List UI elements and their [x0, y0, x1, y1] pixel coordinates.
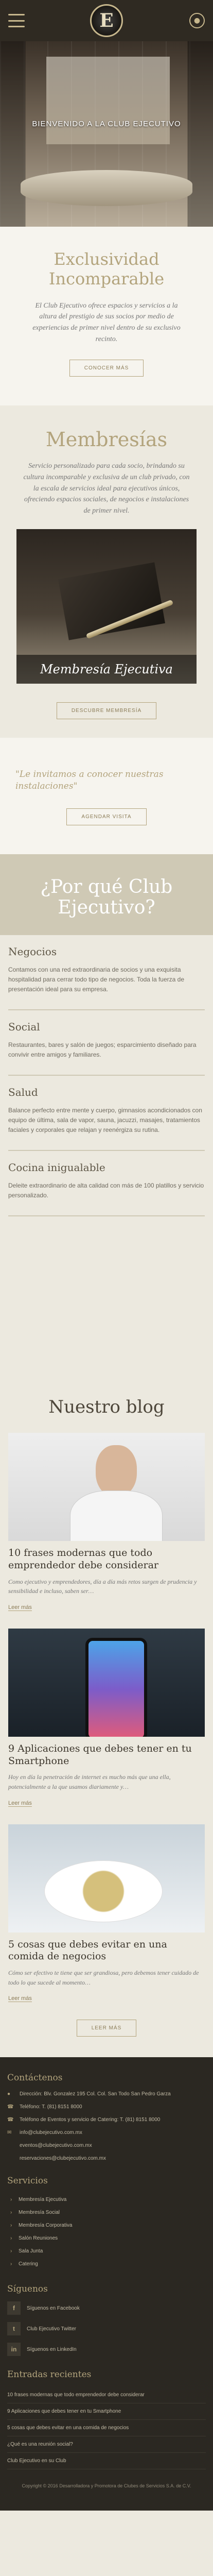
blog-more-button[interactable]: Leer más	[76, 2020, 137, 2037]
twitter-icon: t	[7, 2322, 21, 2336]
blog-post-image[interactable]	[8, 1628, 205, 1737]
hero-banner: Bienvenido a la Club Ejecutivo	[0, 41, 213, 227]
read-more-link[interactable]: Leer más	[8, 1800, 32, 1807]
services-title: Servicios	[7, 2176, 48, 2187]
why-item-social: Social Restaurantes, bares y salón de ju…	[8, 1010, 205, 1076]
blog-post-title[interactable]: 10 frases modernas que todo emprendedor …	[8, 1547, 205, 1572]
membresias-title: Membresías	[45, 428, 168, 451]
why-header: ¿Por qué Club Ejecutivo?	[0, 854, 213, 936]
blog-post-image[interactable]	[8, 1433, 205, 1541]
invite-section: "Le invitamos a conocer nuestras instala…	[0, 737, 213, 855]
social-facebook[interactable]: f Síguenos en Facebook	[7, 2301, 206, 2315]
user-icon[interactable]: ●	[189, 13, 205, 28]
blog-post-excerpt: Hoy en día la penetración de internet es…	[8, 1773, 171, 1791]
social-title: Síguenos	[7, 2284, 48, 2295]
membresias-text: Servicio personalizado para cada socio, …	[23, 462, 190, 515]
service-link[interactable]: Salón Reuniones	[7, 2232, 206, 2245]
recent-entry-link[interactable]: ¿Qué es una reunión social?	[7, 2436, 206, 2453]
why-item-title: Cocina inigualable	[8, 1161, 105, 1174]
blog-section: Nuestro blog 10 frases modernas que todo…	[0, 1386, 213, 2058]
blog-post-excerpt: Cómo ser efectivo te tiene que ser grand…	[8, 1969, 199, 1986]
blog-post-excerpt: Como ejecutivo y emprendedores, día a dí…	[8, 1578, 197, 1595]
site-header: E ●	[0, 0, 213, 41]
contact-email[interactable]: reservaciones@clubejecutivo.com.mx	[7, 2155, 206, 2162]
blog-post-image[interactable]	[8, 1824, 205, 1933]
service-link[interactable]: Membresía Corporativa	[7, 2219, 206, 2232]
why-item-text: Contamos con una red extraordinaria de s…	[8, 966, 185, 993]
conocer-mas-button[interactable]: Conocer más	[69, 359, 144, 377]
blog-post-title[interactable]: 5 cosas que debes evitar en una comida d…	[8, 1939, 205, 1963]
contact-address: ● Dirección: Blv. Gonzalez 195 Col. Col. …	[7, 2091, 171, 2097]
services-list: Membresía Ejecutiva Membresía Social Mem…	[7, 2193, 206, 2270]
hero-caption: Bienvenido a la Club Ejecutivo	[32, 120, 181, 128]
read-more-link[interactable]: Leer más	[8, 1604, 32, 1611]
descubre-membresia-button[interactable]: Descubre Membresía	[56, 702, 157, 719]
hamburger-menu-icon[interactable]	[8, 14, 25, 27]
location-icon: ●	[7, 2091, 11, 2097]
club-logo[interactable]: E	[90, 4, 123, 37]
entries-title: Entradas recientes	[7, 2369, 92, 2380]
membresias-section: Membresías Servicio personalizado para c…	[0, 405, 213, 738]
contact-phone[interactable]: ☎ Teléfono: T. (81) 8151 8000	[7, 2103, 206, 2111]
contact-events-phone[interactable]: ☎ Teléfono de Eventos y servicio de Cater…	[7, 2116, 206, 2124]
service-link[interactable]: Sala Junta	[7, 2245, 206, 2258]
recent-entry-link[interactable]: 9 Aplicaciones que debes tener en tu Sma…	[7, 2403, 206, 2420]
background-band	[0, 1232, 213, 1387]
social-twitter[interactable]: t Club Ejecutivo Twitter	[7, 2322, 206, 2336]
recent-entry-link[interactable]: Club Ejecutivo en su Club	[7, 2453, 206, 2470]
blog-post-title[interactable]: 9 Aplicaciones que debes tener en tu Sma…	[8, 1743, 205, 1768]
why-item-negocios: Negocios Contamos con una red extraordin…	[8, 935, 205, 1011]
why-item-title: Negocios	[8, 945, 57, 958]
contact-title: Contáctenos	[7, 2073, 63, 2083]
service-link[interactable]: Catering	[7, 2258, 206, 2270]
why-title: ¿Por qué Club Ejecutivo?	[40, 876, 173, 918]
phone-icon: ☎	[7, 2104, 14, 2110]
recent-entry-link[interactable]: 5 cosas que debes evitar en una comida d…	[7, 2420, 206, 2437]
blog-post: 9 Aplicaciones que debes tener en tu Sma…	[8, 1628, 205, 1807]
why-item-text: Restaurantes, bares y salón de juegos; e…	[8, 1041, 197, 1058]
copyright: Copyright © 2016 Desarrolladora y Promot…	[22, 2483, 191, 2489]
blog-post: 10 frases modernas que todo emprendedor …	[8, 1433, 205, 1611]
why-list: Negocios Contamos con una red extraordin…	[0, 935, 213, 1232]
membresia-photo-caption: Membresía Ejecutiva	[16, 654, 197, 684]
blog-title: Nuestro blog	[48, 1397, 165, 1418]
site-footer: Contáctenos ● Dirección: Blv. Gonzalez 19…	[0, 2057, 213, 2511]
recent-entry-link[interactable]: 10 frases modernas que todo emprendedor …	[7, 2387, 206, 2404]
invite-lead: "Le invitamos a conocer nuestras instala…	[15, 769, 164, 792]
linkedin-icon: in	[7, 2343, 21, 2357]
contact-email[interactable]: ✉ info@clubejecutivo.com.mx	[7, 2129, 206, 2137]
membresia-photo[interactable]: Membresía Ejecutiva	[16, 529, 197, 684]
intro-text: El Club Ejecutivo ofrece espacios y serv…	[32, 301, 181, 343]
mail-icon: ✉	[7, 2130, 12, 2136]
why-item-cocina: Cocina inigualable Deleite extraordinari…	[8, 1151, 205, 1217]
blog-post: 5 cosas que debes evitar en una comida d…	[8, 1824, 205, 2003]
read-more-link[interactable]: Leer más	[8, 1995, 32, 2003]
why-item-title: Salud	[8, 1086, 38, 1099]
facebook-icon: f	[7, 2301, 21, 2315]
why-item-text: Deleite extraordinario de alta calidad c…	[8, 1182, 204, 1199]
why-item-text: Balance perfecto entre mente y cuerpo, g…	[8, 1107, 202, 1133]
contact-email[interactable]: eventos@clubejecutivo.com.mx	[7, 2142, 206, 2149]
agendar-visita-button[interactable]: Agendar visita	[66, 808, 147, 826]
social-linkedin[interactable]: in Síguenos en LinkedIn	[7, 2343, 206, 2357]
intro-title: Exclusividad Incomparable	[48, 249, 165, 289]
intro-section: Exclusividad Incomparable El Club Ejecut…	[0, 227, 213, 405]
hero-image	[21, 170, 192, 206]
service-link[interactable]: Membresía Social	[7, 2206, 206, 2219]
why-item-salud: Salud Balance perfecto entre mente y cue…	[8, 1076, 205, 1151]
phone-icon: ☎	[7, 2117, 14, 2123]
why-item-title: Social	[8, 1021, 40, 1033]
service-link[interactable]: Membresía Ejecutiva	[7, 2193, 206, 2206]
